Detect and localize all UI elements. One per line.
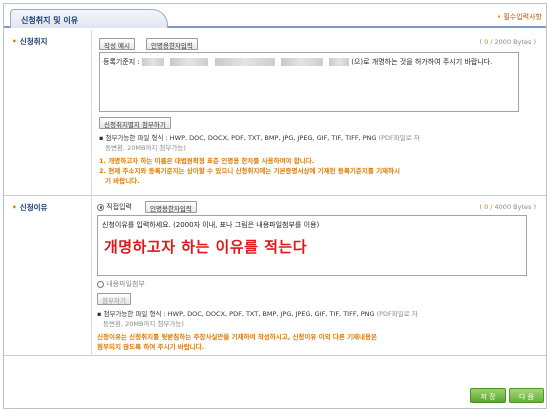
save-button[interactable]: 저 장 [470, 388, 506, 403]
redacted-text [280, 58, 323, 66]
direct-input-label: 직접입력 [106, 203, 132, 211]
purpose-text-line: 등록기준지 : (으)로 개명하는 것을 허가하여 주시기 바랍니다. [103, 57, 492, 67]
purpose-file-types: 첨부가능한 파일 형식 : HWP, DOC, DOCX, PDF, TXT, … [105, 134, 377, 142]
purpose-warning-1: 1. 개명하고자 하는 이름은 대법원확정 표준 인명용 한자를 사용하여야 합… [99, 157, 315, 165]
reason-file-types: 첨부가능한 파일 형식 : HWP, DOC, DOCX, PDF, TXT, … [103, 310, 375, 318]
purpose-line-suffix: (으)로 개명하는 것을 허가하여 주시기 바랍니다. [351, 58, 493, 66]
reason-file-types-gray: (PDF파일로 자 [376, 310, 418, 318]
example-button[interactable]: 작성 예시 [99, 38, 135, 50]
redacted-text [142, 58, 165, 66]
purpose-file-types-note: ▪ 첨부가능한 파일 형식 : HWP, DOC, DOCX, PDF, TXT… [99, 133, 539, 153]
purpose-counter-max: / 2000 Bytes [490, 38, 532, 46]
file-attach-radio[interactable] [97, 280, 104, 288]
direct-input-radio[interactable] [97, 203, 104, 211]
reason-attach-button[interactable]: 첨부하기 [97, 293, 131, 305]
purpose-line-prefix: 등록기준지 : [103, 58, 140, 66]
reason-file-types-note: ▪ 첨부가능한 파일 형식 : HWP, DOC, DOCX, PDF, TXT… [97, 309, 537, 329]
reason-warning-2: 첨부되지 않도록 하여 주시기 바랍니다. [97, 343, 205, 351]
purpose-warning-2-cont: 기 바랍니다. [105, 177, 140, 185]
purpose-file-types-line2: 동변환, 20MB까지 첨부가능) [105, 144, 186, 152]
purpose-warning-2: 2. 현재 주소지와 등록기준지는 상이할 수 있으니 신청취지에는 기본증명서… [99, 167, 400, 175]
redacted-text [170, 58, 209, 66]
purpose-byte-counter: ( 0 / 2000 Bytes ) [479, 38, 536, 46]
bullet-icon: • [12, 203, 17, 212]
redacted-text [214, 58, 275, 66]
next-button[interactable]: 다 음 [509, 388, 544, 403]
bullet-icon: • [12, 37, 17, 46]
reason-hanja-button[interactable]: 인명용한자입력 [145, 201, 197, 213]
reason-label-text: 신청이유 [19, 203, 48, 212]
reason-handwritten-text: 개명하고자 하는 이유를 적는다 [104, 238, 308, 256]
redacted-text [328, 58, 349, 66]
required-note: • 필수입력사항 [497, 12, 542, 22]
reason-counter-max: / 4000 Bytes [490, 203, 532, 211]
reason-warning-1: 신청이유는 신청취지를 뒷받침하는 주장사실만을 기재하여 작성하시고, 신청이… [97, 333, 377, 341]
purpose-counter-current: 0 [484, 38, 489, 46]
purpose-warnings: 1. 개명하고자 하는 이름은 대법원확정 표준 인명용 한자를 사용하여야 합… [99, 156, 539, 186]
reason-textarea[interactable]: 신청이유를 입력하세요. (2000자 이내, 표나 그림은 내용파일첨부를 이… [97, 215, 527, 276]
required-note-text: 필수입력사항 [503, 13, 542, 21]
direct-input-option[interactable]: 직접입력 [97, 202, 132, 212]
purpose-attach-button[interactable]: 신청취지별지 첨부하기 [99, 117, 171, 129]
reason-file-types-line2: 동변환, 20MB까지 첨부가능) [103, 320, 184, 328]
file-attach-label: 내용파일첨부 [106, 280, 145, 288]
reason-label: • 신청이유 [4, 196, 92, 355]
file-attach-option[interactable]: 내용파일첨부 [97, 279, 145, 289]
tab-purpose-and-reason[interactable]: 신청취지 및 이유 [10, 9, 168, 28]
section-header: 신청취지 및 이유 • 필수입력사항 [4, 4, 546, 28]
reason-counter-current: 0 [484, 203, 489, 211]
application-form-frame: 신청취지 및 이유 • 필수입력사항 • 신청취지 작성 예시 인명용한자입력 (… [3, 3, 547, 409]
reason-byte-counter: ( 0 / 4000 Bytes ) [479, 203, 536, 211]
purpose-textarea[interactable]: 등록기준지 : (으)로 개명하는 것을 허가하여 주시기 바랍니다. [99, 52, 519, 112]
purpose-label-text: 신청취지 [19, 37, 48, 46]
purpose-label: • 신청취지 [4, 30, 92, 195]
purpose-file-types-gray: (PDF파일로 자 [378, 134, 420, 142]
reason-placeholder: 신청이유를 입력하세요. (2000자 이내, 표나 그림은 내용파일첨부를 이… [102, 221, 320, 229]
reason-warnings: 신청이유는 신청취지를 뒷받침하는 주장사실만을 기재하여 작성하시고, 신청이… [97, 332, 537, 352]
hanja-input-button[interactable]: 인명용한자입력 [146, 38, 198, 50]
purpose-row: • 신청취지 작성 예시 인명용한자입력 ( 0 / 2000 Bytes ) 등… [4, 30, 546, 196]
reason-row: • 신청이유 직접입력 인명용한자입력 ( 0 / 4000 Bytes ) 신청… [4, 196, 546, 356]
